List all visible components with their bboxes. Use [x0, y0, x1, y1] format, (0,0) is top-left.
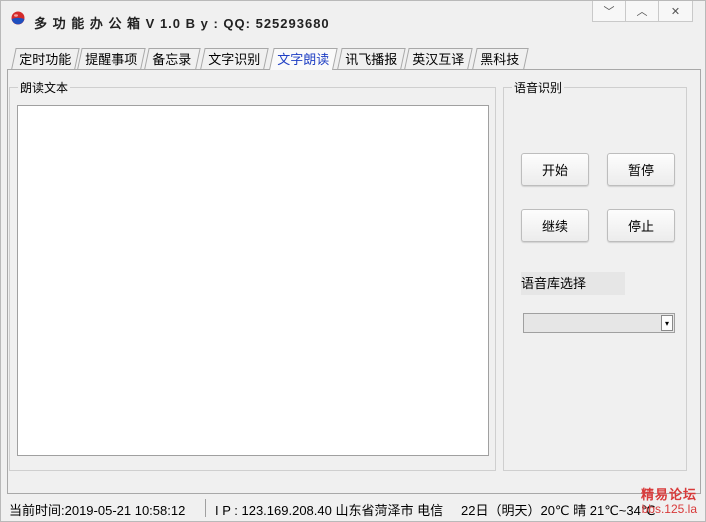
stop-button[interactable]: 停止: [607, 209, 675, 242]
minimize-button[interactable]: ﹀: [592, 1, 626, 22]
status-divider: [205, 499, 206, 517]
forum-watermark: 精易论坛 bbs.125.la: [640, 487, 697, 517]
current-time: 当前时间:2019-05-21 10:58:12: [9, 503, 186, 518]
read-text-title: 朗读文本: [18, 79, 71, 96]
app-logo-icon: [11, 11, 25, 25]
speech-group: 语音识别 开始 暂停 继续 停止 语音库选择 ▾: [503, 79, 687, 471]
tab-ocr[interactable]: 文字识别: [200, 48, 269, 70]
pause-button[interactable]: 暂停: [607, 153, 675, 186]
weather-info: 22日（明天）20℃ 晴 21℃~34℃: [461, 503, 656, 518]
tab-black-tech[interactable]: 黑科技: [472, 48, 529, 70]
tab-strip: 定时功能 提醒事项 备忘录 文字识别 文字朗读 讯飞播报 英汉互译 黑科技: [7, 48, 699, 70]
window-title: 多 功 能 办 公 箱 V 1.0 B y : QQ: 525293680: [34, 16, 330, 31]
read-text-group: 朗读文本: [9, 79, 496, 471]
minimize-icon: ﹀: [603, 6, 615, 18]
tab-xunfei-broadcast[interactable]: 讯飞播报: [337, 48, 406, 70]
watermark-line2: bbs.125.la: [641, 502, 697, 516]
tab-reminders[interactable]: 提醒事项: [77, 48, 146, 70]
maximize-icon: ︿: [636, 6, 648, 18]
tab-translate[interactable]: 英汉互译: [404, 48, 473, 70]
voice-library-select[interactable]: ▾: [523, 313, 675, 333]
close-icon: ✕: [670, 5, 681, 18]
close-button[interactable]: ✕: [658, 1, 693, 22]
chevron-down-icon[interactable]: ▾: [661, 315, 673, 331]
app-window: 多 功 能 办 公 箱 V 1.0 B y : QQ: 525293680 ﹀ …: [0, 0, 706, 522]
ip-info: I P : 123.169.208.40 山东省菏泽市 电信: [215, 503, 444, 518]
tab-memo[interactable]: 备忘录: [144, 48, 201, 70]
continue-button[interactable]: 继续: [521, 209, 589, 242]
status-bar: 当前时间:2019-05-21 10:58:12 I P : 123.169.2…: [1, 495, 705, 521]
voice-library-label: 语音库选择: [521, 272, 625, 295]
title-bar: 多 功 能 办 公 箱 V 1.0 B y : QQ: 525293680 ﹀ …: [1, 1, 705, 43]
maximize-button[interactable]: ︿: [625, 1, 659, 22]
read-text-input[interactable]: [17, 105, 489, 456]
speech-title: 语音识别: [512, 79, 565, 96]
tab-text-reading[interactable]: 文字朗读: [269, 48, 338, 70]
watermark-line1: 精易论坛: [640, 487, 697, 502]
start-button[interactable]: 开始: [521, 153, 589, 186]
tab-panel: 朗读文本 语音识别 开始 暂停 继续 停止 语音库选择 ▾: [7, 69, 701, 494]
tab-timer[interactable]: 定时功能: [11, 48, 80, 70]
